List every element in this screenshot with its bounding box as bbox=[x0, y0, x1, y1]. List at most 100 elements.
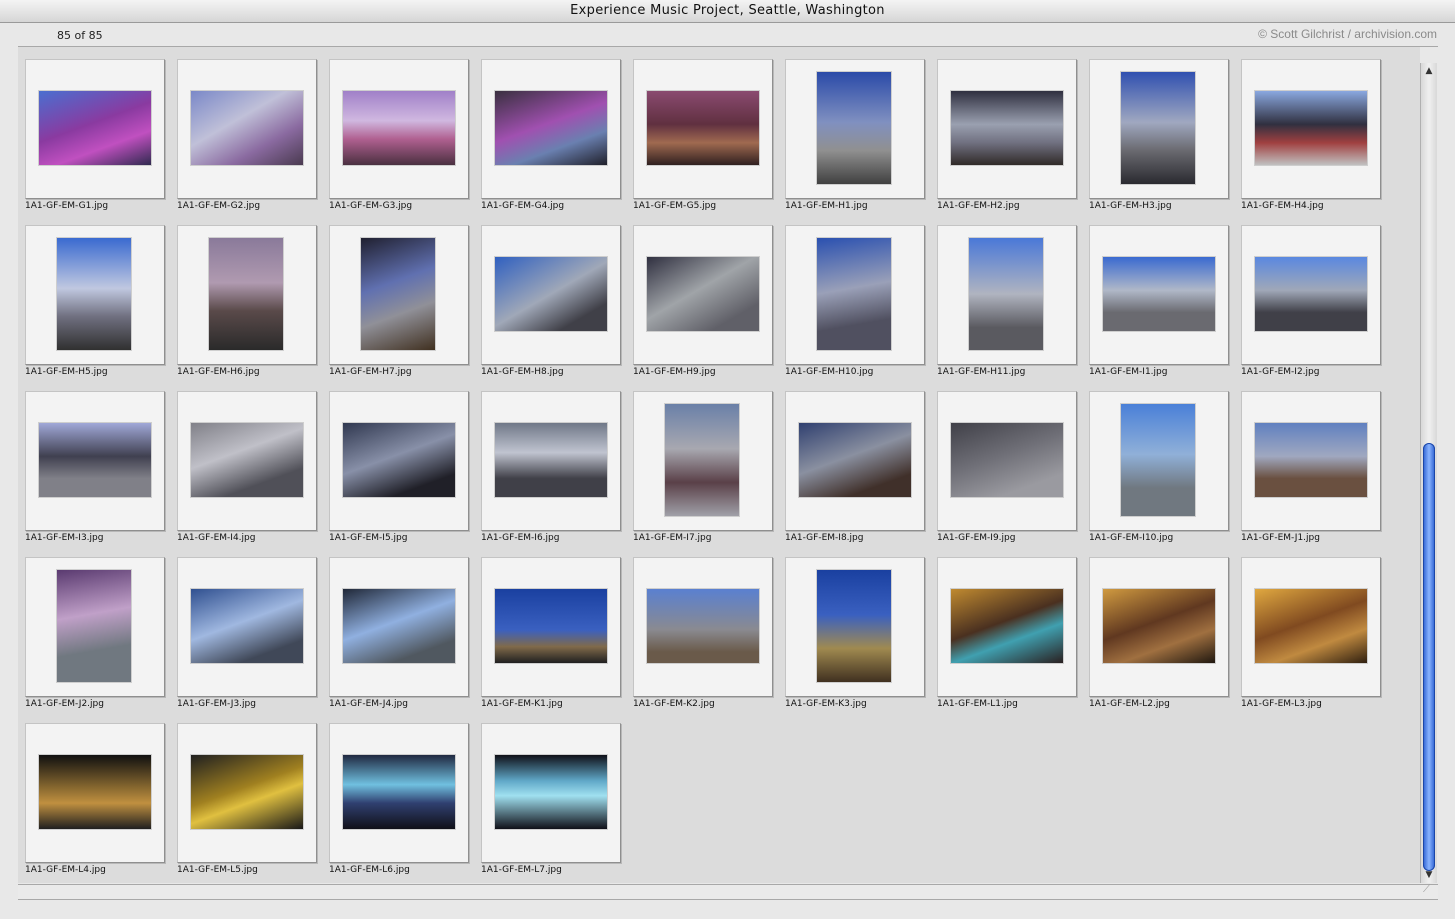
thumbnail-item[interactable]: 1A1-GF-EM-I10.jpg bbox=[1088, 391, 1234, 557]
slide-frame[interactable] bbox=[177, 557, 317, 697]
slide-frame[interactable] bbox=[937, 59, 1077, 199]
slide-frame[interactable] bbox=[25, 723, 165, 863]
thumbnail-item[interactable]: 1A1-GF-EM-L4.jpg bbox=[24, 723, 170, 883]
thumbnail-image[interactable] bbox=[817, 72, 891, 184]
thumbnail-item[interactable]: 1A1-GF-EM-G2.jpg bbox=[176, 59, 322, 225]
thumbnail-item[interactable]: 1A1-GF-EM-L6.jpg bbox=[328, 723, 474, 883]
slide-frame[interactable] bbox=[1089, 557, 1229, 697]
slide-frame[interactable] bbox=[937, 557, 1077, 697]
scroll-down-arrow-icon[interactable]: ▼ bbox=[1423, 869, 1435, 881]
slide-frame[interactable] bbox=[785, 391, 925, 531]
slide-frame[interactable] bbox=[937, 391, 1077, 531]
scroll-up-arrow-icon[interactable]: ▲ bbox=[1423, 65, 1435, 77]
thumbnail-item[interactable]: 1A1-GF-EM-I6.jpg bbox=[480, 391, 626, 557]
thumbnail-image[interactable] bbox=[191, 91, 303, 165]
thumbnail-item[interactable]: 1A1-GF-EM-I9.jpg bbox=[936, 391, 1082, 557]
thumbnail-item[interactable]: 1A1-GF-EM-H2.jpg bbox=[936, 59, 1082, 225]
slide-frame[interactable] bbox=[633, 391, 773, 531]
slide-frame[interactable] bbox=[177, 391, 317, 531]
thumbnail-item[interactable]: 1A1-GF-EM-H1.jpg bbox=[784, 59, 930, 225]
slide-frame[interactable] bbox=[177, 723, 317, 863]
thumbnail-image[interactable] bbox=[1103, 589, 1215, 663]
thumbnail-item[interactable]: 1A1-GF-EM-G3.jpg bbox=[328, 59, 474, 225]
resize-grip-icon[interactable]: ⟋ bbox=[1423, 884, 1435, 896]
slide-frame[interactable] bbox=[481, 391, 621, 531]
slide-frame[interactable] bbox=[633, 59, 773, 199]
thumbnail-item[interactable]: 1A1-GF-EM-L3.jpg bbox=[1240, 557, 1386, 723]
slide-frame[interactable] bbox=[481, 59, 621, 199]
thumbnail-item[interactable]: 1A1-GF-EM-I2.jpg bbox=[1240, 225, 1386, 391]
thumbnail-image[interactable] bbox=[647, 589, 759, 663]
thumbnail-image[interactable] bbox=[1255, 257, 1367, 331]
slide-frame[interactable] bbox=[633, 557, 773, 697]
vertical-scrollbar[interactable]: ▲ ▼ bbox=[1420, 63, 1437, 883]
slide-frame[interactable] bbox=[785, 59, 925, 199]
thumbnail-item[interactable]: 1A1-GF-EM-L7.jpg bbox=[480, 723, 626, 883]
slide-frame[interactable] bbox=[1241, 225, 1381, 365]
thumbnail-image[interactable] bbox=[57, 238, 131, 350]
thumbnail-item[interactable]: 1A1-GF-EM-J3.jpg bbox=[176, 557, 322, 723]
thumbnail-image[interactable] bbox=[495, 755, 607, 829]
thumbnail-image[interactable] bbox=[647, 91, 759, 165]
slide-frame[interactable] bbox=[1241, 59, 1381, 199]
thumbnail-image[interactable] bbox=[495, 589, 607, 663]
thumbnail-item[interactable]: 1A1-GF-EM-H11.jpg bbox=[936, 225, 1082, 391]
slide-frame[interactable] bbox=[481, 225, 621, 365]
thumbnail-item[interactable]: 1A1-GF-EM-L5.jpg bbox=[176, 723, 322, 883]
thumbnail-image[interactable] bbox=[39, 423, 151, 497]
thumbnail-image[interactable] bbox=[1121, 404, 1195, 516]
slide-frame[interactable] bbox=[25, 59, 165, 199]
slide-frame[interactable] bbox=[1089, 391, 1229, 531]
thumbnail-item[interactable]: 1A1-GF-EM-H10.jpg bbox=[784, 225, 930, 391]
thumbnail-item[interactable]: 1A1-GF-EM-I5.jpg bbox=[328, 391, 474, 557]
thumbnail-item[interactable]: 1A1-GF-EM-H6.jpg bbox=[176, 225, 322, 391]
thumbnail-image[interactable] bbox=[1121, 72, 1195, 184]
thumbnail-item[interactable]: 1A1-GF-EM-K1.jpg bbox=[480, 557, 626, 723]
thumbnail-item[interactable]: 1A1-GF-EM-G1.jpg bbox=[24, 59, 170, 225]
thumbnail-item[interactable]: 1A1-GF-EM-J2.jpg bbox=[24, 557, 170, 723]
thumbnail-image[interactable] bbox=[1255, 423, 1367, 497]
slide-frame[interactable] bbox=[25, 557, 165, 697]
thumbnail-image[interactable] bbox=[951, 423, 1063, 497]
thumbnail-item[interactable]: 1A1-GF-EM-G5.jpg bbox=[632, 59, 778, 225]
thumbnail-image[interactable] bbox=[39, 91, 151, 165]
thumbnail-image[interactable] bbox=[343, 589, 455, 663]
slide-frame[interactable] bbox=[329, 723, 469, 863]
slide-frame[interactable] bbox=[329, 557, 469, 697]
thumbnail-item[interactable]: 1A1-GF-EM-I1.jpg bbox=[1088, 225, 1234, 391]
slide-frame[interactable] bbox=[25, 391, 165, 531]
slide-frame[interactable] bbox=[785, 225, 925, 365]
thumbnail-item[interactable]: 1A1-GF-EM-K2.jpg bbox=[632, 557, 778, 723]
thumbnail-image[interactable] bbox=[951, 91, 1063, 165]
thumbnail-image[interactable] bbox=[817, 238, 891, 350]
thumbnail-item[interactable]: 1A1-GF-EM-J4.jpg bbox=[328, 557, 474, 723]
scroll-thumb[interactable] bbox=[1423, 443, 1435, 871]
slide-frame[interactable] bbox=[1089, 225, 1229, 365]
thumbnail-image[interactable] bbox=[1255, 91, 1367, 165]
thumbnail-image[interactable] bbox=[209, 238, 283, 350]
thumbnail-item[interactable]: 1A1-GF-EM-L1.jpg bbox=[936, 557, 1082, 723]
thumbnail-image[interactable] bbox=[817, 570, 891, 682]
thumbnail-item[interactable]: 1A1-GF-EM-K3.jpg bbox=[784, 557, 930, 723]
slide-frame[interactable] bbox=[481, 723, 621, 863]
slide-frame[interactable] bbox=[25, 225, 165, 365]
slide-frame[interactable] bbox=[329, 391, 469, 531]
thumbnail-image[interactable] bbox=[495, 91, 607, 165]
thumbnail-item[interactable]: 1A1-GF-EM-L2.jpg bbox=[1088, 557, 1234, 723]
thumbnail-image[interactable] bbox=[343, 423, 455, 497]
slide-frame[interactable] bbox=[1241, 391, 1381, 531]
slide-frame[interactable] bbox=[937, 225, 1077, 365]
slide-frame[interactable] bbox=[1241, 557, 1381, 697]
thumbnail-image[interactable] bbox=[343, 91, 455, 165]
thumbnail-item[interactable]: 1A1-GF-EM-I3.jpg bbox=[24, 391, 170, 557]
thumbnail-item[interactable]: 1A1-GF-EM-H7.jpg bbox=[328, 225, 474, 391]
thumbnail-image[interactable] bbox=[57, 570, 131, 682]
thumbnail-image[interactable] bbox=[1255, 589, 1367, 663]
thumbnail-image[interactable] bbox=[343, 755, 455, 829]
thumbnail-image[interactable] bbox=[951, 589, 1063, 663]
thumbnail-image[interactable] bbox=[191, 589, 303, 663]
thumbnail-image[interactable] bbox=[665, 404, 739, 516]
thumbnail-item[interactable]: 1A1-GF-EM-I4.jpg bbox=[176, 391, 322, 557]
thumbnail-item[interactable]: 1A1-GF-EM-H3.jpg bbox=[1088, 59, 1234, 225]
slide-frame[interactable] bbox=[177, 225, 317, 365]
